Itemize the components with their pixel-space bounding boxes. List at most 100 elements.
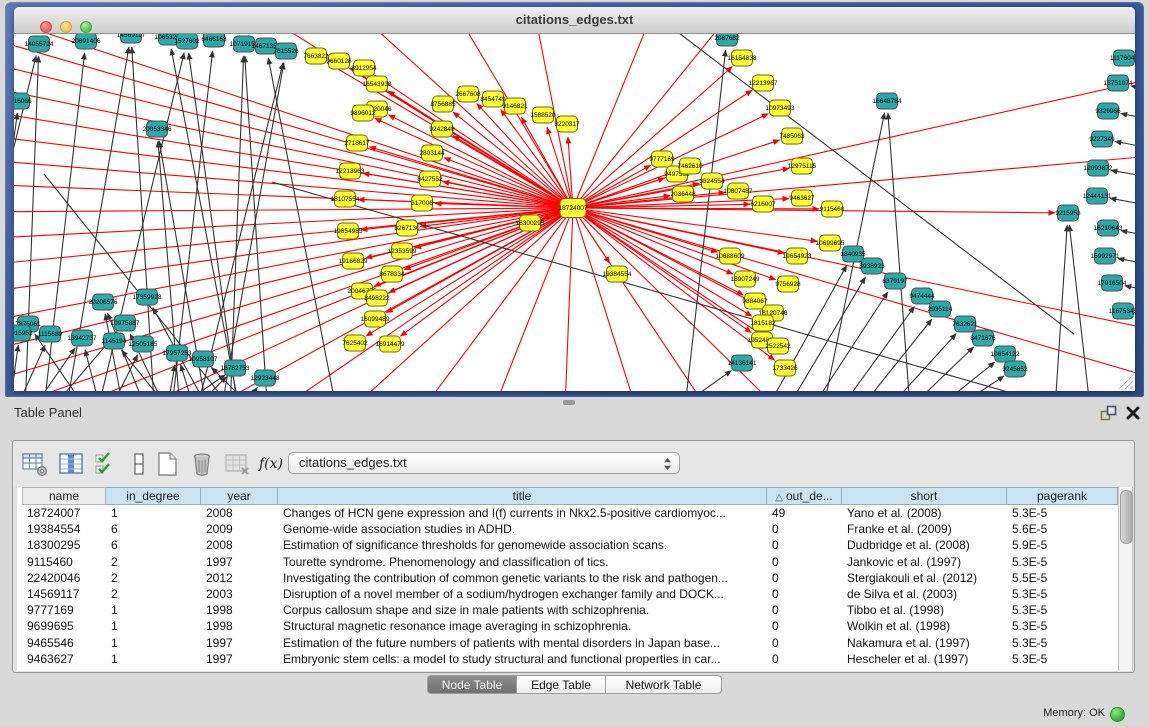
table-cell[interactable]: Embryonic stem cells: a model to study s…: [278, 651, 767, 667]
graph-node[interactable]: 9227349: [1089, 131, 1115, 147]
table-cell[interactable]: 9699695: [22, 618, 106, 634]
graph-node[interactable]: 13942737: [68, 330, 97, 346]
table-cell[interactable]: 1998: [201, 602, 278, 618]
graph-node[interactable]: 14136141: [728, 355, 757, 371]
graph-node[interactable]: 18107554: [331, 191, 360, 207]
table-cell[interactable]: 2012: [201, 570, 278, 586]
graph-node[interactable]: 16648784: [873, 93, 902, 109]
table-cell[interactable]: 5.3E-5: [1007, 618, 1118, 634]
graph-node[interactable]: 16099489: [361, 311, 390, 327]
tab-network-table[interactable]: Network Table: [606, 675, 722, 694]
table-row[interactable]: 2242004622012Investigating the contribut…: [22, 570, 1118, 586]
table-cell[interactable]: Dudbridge et al. (2008): [842, 537, 1007, 553]
graph-node[interactable]: 11176044: [1110, 50, 1135, 66]
graph-node[interactable]: 7663822: [303, 48, 329, 64]
graph-node[interactable]: 18300295: [516, 215, 545, 231]
table-cell[interactable]: 18300295: [22, 537, 106, 553]
graph-node[interactable]: 6379197: [882, 273, 908, 289]
table-cell[interactable]: 9115460: [22, 554, 106, 570]
graph-node[interactable]: 10688609: [716, 248, 745, 264]
delete-full-table-icon[interactable]: [223, 450, 251, 478]
table-cell[interactable]: 6: [106, 521, 201, 537]
graph-node[interactable]: 3824554: [699, 173, 725, 189]
graph-node[interactable]: 20691406: [72, 34, 101, 49]
table-settings-icon[interactable]: [21, 450, 49, 478]
graph-node[interactable]: 20206576: [89, 294, 118, 310]
graph-node[interactable]: 14569117: [117, 34, 146, 43]
table-cell[interactable]: Tourette syndrome. Phenomenology and cla…: [278, 554, 767, 570]
table-cell[interactable]: 1997: [201, 635, 278, 651]
table-cell[interactable]: 2008: [201, 537, 278, 553]
delete-table-icon[interactable]: [188, 450, 216, 478]
table-cell[interactable]: Disruption of a novel member of a sodium…: [278, 586, 767, 602]
window-titlebar[interactable]: citations_edges.txt: [14, 7, 1135, 34]
graph-node[interactable]: 7462610: [677, 158, 703, 174]
table-cell[interactable]: 1997: [201, 554, 278, 570]
graph-node[interactable]: 2516066: [14, 93, 32, 109]
graph-node[interactable]: 2036448: [670, 186, 696, 202]
table-cell[interactable]: 1: [106, 505, 201, 521]
graph-node[interactable]: 8938923: [859, 258, 885, 274]
table-cell[interactable]: 5.3E-5: [1007, 586, 1118, 602]
graph-node[interactable]: 8912954: [351, 60, 377, 76]
graph-node[interactable]: 10807487: [724, 183, 753, 199]
graph-node[interactable]: 12505185: [129, 336, 158, 352]
table-cell[interactable]: 5.5E-5: [1007, 570, 1118, 586]
graph-node[interactable]: 16914479: [376, 336, 405, 352]
table-cell[interactable]: Changes of HCN gene expression and I(f) …: [278, 505, 767, 521]
graph-node[interactable]: 9242848: [429, 121, 455, 137]
graph-node[interactable]: 16543938: [363, 76, 392, 92]
graph-node[interactable]: 9245852: [1002, 361, 1028, 377]
graph-node[interactable]: 8498222: [364, 290, 390, 306]
graph-node[interactable]: 2935114: [928, 301, 953, 317]
graph-node[interactable]: 17359928: [133, 289, 162, 305]
graph-node[interactable]: 12923448: [251, 370, 280, 386]
graph-node[interactable]: 1588520: [530, 107, 556, 123]
graph-node[interactable]: 8267130: [394, 220, 420, 236]
graph-node[interactable]: 9115460: [820, 201, 845, 217]
table-cell[interactable]: 9777169: [22, 602, 106, 618]
zoom-window-button[interactable]: [80, 21, 92, 33]
table-cell[interactable]: Wolkin et al. (1998): [842, 618, 1007, 634]
graph-node[interactable]: 12213967: [749, 75, 778, 91]
table-cell[interactable]: 1997: [201, 651, 278, 667]
table-cell[interactable]: 1: [106, 651, 201, 667]
table-cell[interactable]: 9465546: [22, 635, 106, 651]
column-header-pagerank[interactable]: pagerank: [1007, 487, 1118, 505]
graph-node[interactable]: 2718617: [344, 135, 370, 151]
graph-node[interactable]: 19654923: [783, 248, 812, 264]
table-cell[interactable]: 2: [106, 570, 201, 586]
table-cell[interactable]: 0: [767, 537, 842, 553]
graph-node[interactable]: 10654122: [991, 346, 1020, 362]
table-cell[interactable]: 19384554: [22, 521, 106, 537]
graph-node[interactable]: 12975115: [788, 158, 817, 174]
column-header-title[interactable]: title: [278, 487, 767, 505]
table-cell[interactable]: Tibbo et al. (1998): [842, 602, 1007, 618]
graph-node[interactable]: 17016504: [1098, 275, 1127, 291]
close-panel-icon[interactable]: [1125, 405, 1141, 421]
table-row[interactable]: 1872400712008Changes of HCN gene express…: [22, 505, 1118, 521]
graph-node[interactable]: 2667608: [455, 86, 481, 102]
table-cell[interactable]: Nakamura et al. (1997): [842, 635, 1007, 651]
graph-node[interactable]: 1815182: [750, 315, 776, 331]
graph-node[interactable]: 9329966: [1095, 103, 1121, 119]
graph-node[interactable]: 14055724: [25, 36, 54, 52]
splitter-handle[interactable]: [563, 400, 575, 405]
table-cell[interactable]: 2: [106, 586, 201, 602]
graph-node[interactable]: 17957253: [163, 345, 192, 361]
table-cell[interactable]: 2: [106, 554, 201, 570]
table-cell[interactable]: Hescheler et al. (1997): [842, 651, 1007, 667]
graph-node[interactable]: 7485063: [779, 128, 805, 144]
table-row[interactable]: 1456911722003Disruption of a novel membe…: [22, 586, 1118, 602]
table-cell[interactable]: 2009: [201, 521, 278, 537]
graph-node[interactable]: 12093872: [1084, 160, 1113, 176]
graph-node[interactable]: 9660128: [326, 53, 352, 69]
graph-node[interactable]: 11675345: [1109, 303, 1135, 319]
memory-ok-indicator[interactable]: [1110, 707, 1125, 722]
graph-node[interactable]: 19654985: [334, 223, 363, 239]
row-height-icon[interactable]: [125, 450, 153, 478]
graph-node[interactable]: 15751074: [1104, 75, 1133, 91]
scrollbar-thumb[interactable]: [1120, 490, 1133, 544]
citation-network-graph[interactable]: 1405572420691406145691171065328715276026…: [14, 34, 1135, 391]
graph-node[interactable]: 1145194: [102, 333, 127, 349]
